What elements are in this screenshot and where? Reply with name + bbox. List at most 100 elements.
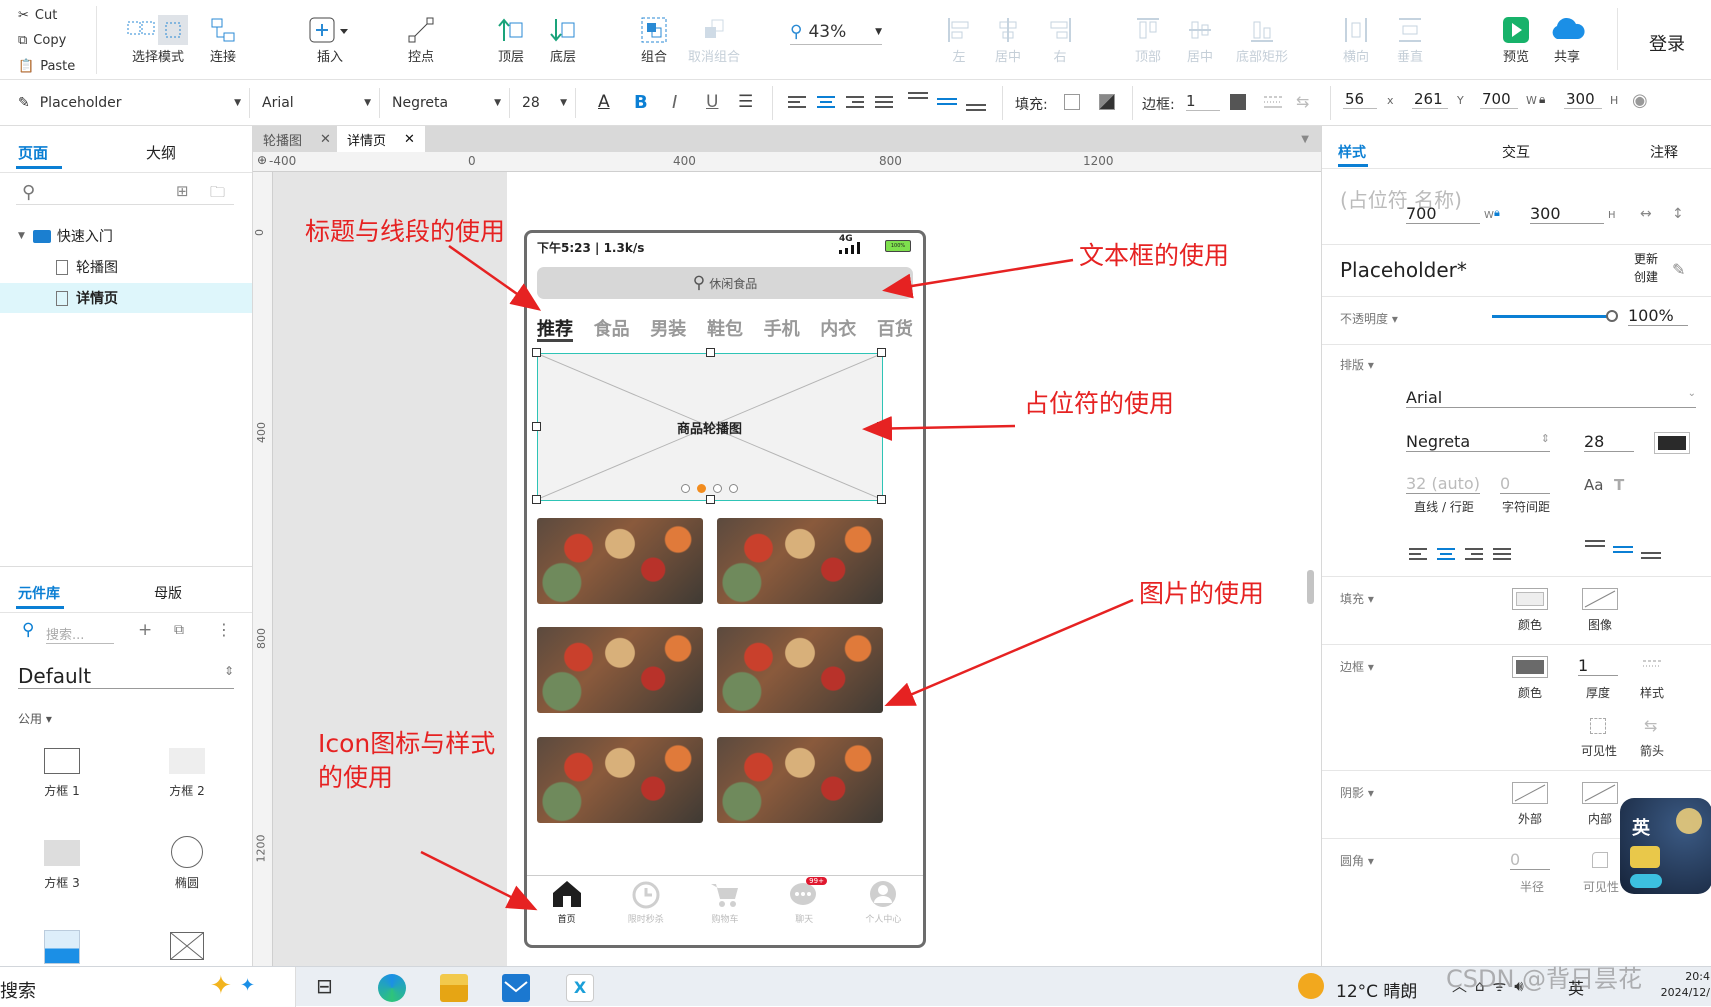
component-box-2[interactable]: 方框 2 bbox=[147, 748, 227, 799]
list-icon[interactable]: ☰ bbox=[738, 92, 753, 112]
border-color-swatch[interactable] bbox=[1230, 94, 1246, 110]
fill-gradient-swatch[interactable] bbox=[1099, 94, 1115, 110]
x-input[interactable]: 56 bbox=[1343, 90, 1377, 109]
tab-style[interactable]: 样式 bbox=[1338, 142, 1366, 162]
library-select[interactable]: Default ⇕ bbox=[18, 664, 234, 689]
library-manage-icon[interactable]: ⧉ bbox=[174, 622, 184, 638]
share-button[interactable]: 共享 bbox=[1548, 14, 1586, 65]
add-library-icon[interactable]: + bbox=[138, 620, 152, 640]
placeholder-component-icon[interactable] bbox=[170, 932, 204, 960]
component-box-3[interactable]: 方框 3 bbox=[22, 840, 102, 891]
opacity-input[interactable]: 100% bbox=[1628, 306, 1688, 326]
send-to-back-button[interactable]: 底层 bbox=[548, 14, 578, 65]
text-align-center-icon[interactable] bbox=[1436, 546, 1456, 565]
tab-interaction[interactable]: 交互 bbox=[1502, 142, 1530, 162]
text-case-icon[interactable]: Aa bbox=[1584, 476, 1603, 494]
h-input[interactable]: 300 bbox=[1564, 90, 1602, 109]
height-input[interactable]: 300 bbox=[1530, 204, 1604, 224]
valign-middle-icon[interactable] bbox=[936, 90, 958, 116]
font-weight-select[interactable]: Negreta ⇕ bbox=[1406, 432, 1550, 452]
y-input[interactable]: 261 bbox=[1412, 90, 1448, 109]
text-align-center-icon[interactable] bbox=[816, 94, 836, 114]
distribute-v-button[interactable]: 垂直 bbox=[1396, 14, 1424, 65]
login-link[interactable]: 登录 bbox=[1649, 30, 1685, 56]
outer-shadow-swatch[interactable] bbox=[1512, 782, 1548, 804]
text-align-right-icon[interactable] bbox=[1464, 546, 1484, 565]
inner-shadow-swatch[interactable] bbox=[1582, 782, 1618, 804]
insert-button[interactable]: 插入 bbox=[308, 14, 352, 65]
align-bottom-button[interactable]: 底部矩形 bbox=[1236, 14, 1288, 65]
update-create-links[interactable]: 更新 创建 bbox=[1634, 250, 1658, 286]
text-align-left-icon[interactable] bbox=[1408, 546, 1428, 565]
align-left-button[interactable]: 左 bbox=[945, 14, 973, 65]
tab-pages[interactable]: 页面 bbox=[18, 142, 48, 163]
bring-to-front-button[interactable]: 顶层 bbox=[496, 14, 526, 65]
fit-width-icon[interactable]: ↔ bbox=[1640, 206, 1652, 222]
width-input[interactable]: 700 bbox=[1406, 204, 1480, 224]
italic-icon[interactable]: I bbox=[672, 92, 677, 113]
distribute-h-button[interactable]: 横向 bbox=[1342, 14, 1370, 65]
align-right-button[interactable]: 右 bbox=[1046, 14, 1074, 65]
w-input[interactable]: 700 bbox=[1480, 90, 1518, 109]
font-size-select[interactable]: 28 ▼ bbox=[514, 88, 576, 118]
text-align-left-icon[interactable] bbox=[787, 94, 807, 114]
library-search-input[interactable]: 搜索... bbox=[46, 624, 114, 644]
preview-button[interactable]: 预览 bbox=[1501, 14, 1531, 65]
fill-image-swatch[interactable] bbox=[1582, 588, 1618, 610]
cut-button[interactable]: ✂ Cut bbox=[0, 2, 88, 28]
component-ellipse[interactable]: 椭圆 bbox=[147, 836, 227, 891]
ime-widget[interactable]: 英 bbox=[1620, 798, 1711, 894]
weather-icon[interactable] bbox=[1298, 973, 1324, 999]
text-align-right-icon[interactable] bbox=[845, 94, 865, 114]
component-box-1[interactable]: 方框 1 bbox=[22, 748, 102, 799]
task-view-icon[interactable]: ⊟ bbox=[316, 974, 344, 1002]
edge-icon[interactable] bbox=[378, 974, 406, 1002]
tab-notes[interactable]: 注释 bbox=[1650, 142, 1678, 162]
text-color-swatch[interactable] bbox=[1654, 432, 1690, 454]
align-top-button[interactable]: 顶部 bbox=[1134, 14, 1162, 65]
paste-button[interactable]: 📋 Paste bbox=[0, 53, 88, 79]
line-height-input[interactable]: 32 (auto) bbox=[1406, 474, 1480, 494]
add-page-icon[interactable]: ⊞ bbox=[176, 182, 189, 200]
edit-style-icon[interactable]: ✎ bbox=[1672, 260, 1685, 279]
corner-radius-input[interactable]: 0 bbox=[1510, 850, 1550, 870]
tree-page-carousel[interactable]: 轮播图 bbox=[0, 252, 252, 282]
bold-icon[interactable]: B bbox=[634, 92, 648, 113]
arrow-style-icon[interactable]: ⇆ bbox=[1644, 716, 1657, 735]
align-center-button[interactable]: 居中 bbox=[994, 14, 1022, 65]
valign-bottom-icon[interactable] bbox=[1640, 538, 1662, 564]
valign-top-icon[interactable] bbox=[1584, 538, 1606, 564]
underline-icon[interactable]: U bbox=[706, 92, 718, 112]
border-style-icon[interactable] bbox=[1263, 94, 1283, 114]
align-middle-button[interactable]: 居中 bbox=[1186, 14, 1214, 65]
points-button[interactable]: 控点 bbox=[406, 14, 436, 65]
arrow-style-icon[interactable]: ⇆ bbox=[1296, 92, 1309, 111]
border-style-icon[interactable] bbox=[1642, 658, 1662, 678]
style-select[interactable]: ✎ Placeholder ▼ bbox=[10, 88, 250, 118]
fit-height-icon[interactable]: ↕ bbox=[1672, 206, 1684, 222]
opacity-slider[interactable] bbox=[1492, 315, 1612, 318]
border-thickness-input[interactable]: 1 bbox=[1578, 656, 1618, 676]
fill-color-swatch[interactable] bbox=[1512, 588, 1548, 610]
fill-color-swatch[interactable] bbox=[1064, 94, 1080, 110]
valign-middle-icon[interactable] bbox=[1612, 538, 1634, 564]
font-family-select[interactable]: Arial ⌄ bbox=[1406, 388, 1696, 408]
select-mode-button[interactable]: 选择模式 bbox=[122, 14, 194, 65]
tab-outline[interactable]: 大纲 bbox=[146, 142, 176, 163]
text-justify-icon[interactable] bbox=[874, 94, 894, 114]
text-justify-icon[interactable] bbox=[1492, 546, 1512, 565]
char-spacing-input[interactable]: 0 bbox=[1500, 474, 1550, 494]
text-transform-icon[interactable]: T bbox=[1614, 476, 1624, 494]
ungroup-button[interactable]: 取消组合 bbox=[688, 14, 740, 65]
connect-button[interactable]: 连接 bbox=[208, 14, 238, 65]
text-color-icon[interactable]: A bbox=[598, 92, 610, 112]
border-visibility-icon[interactable] bbox=[1590, 718, 1606, 734]
valign-top-icon[interactable] bbox=[907, 90, 929, 116]
axure-icon[interactable]: X bbox=[566, 974, 594, 1002]
group-button[interactable]: 组合 bbox=[639, 14, 669, 65]
opacity-slider-thumb[interactable] bbox=[1606, 310, 1618, 322]
more-options-icon[interactable]: ⋮ bbox=[216, 620, 232, 639]
valign-bottom-icon[interactable] bbox=[965, 90, 987, 116]
file-explorer-icon[interactable] bbox=[440, 974, 468, 1002]
font-size-input[interactable]: 28 bbox=[1584, 432, 1634, 452]
